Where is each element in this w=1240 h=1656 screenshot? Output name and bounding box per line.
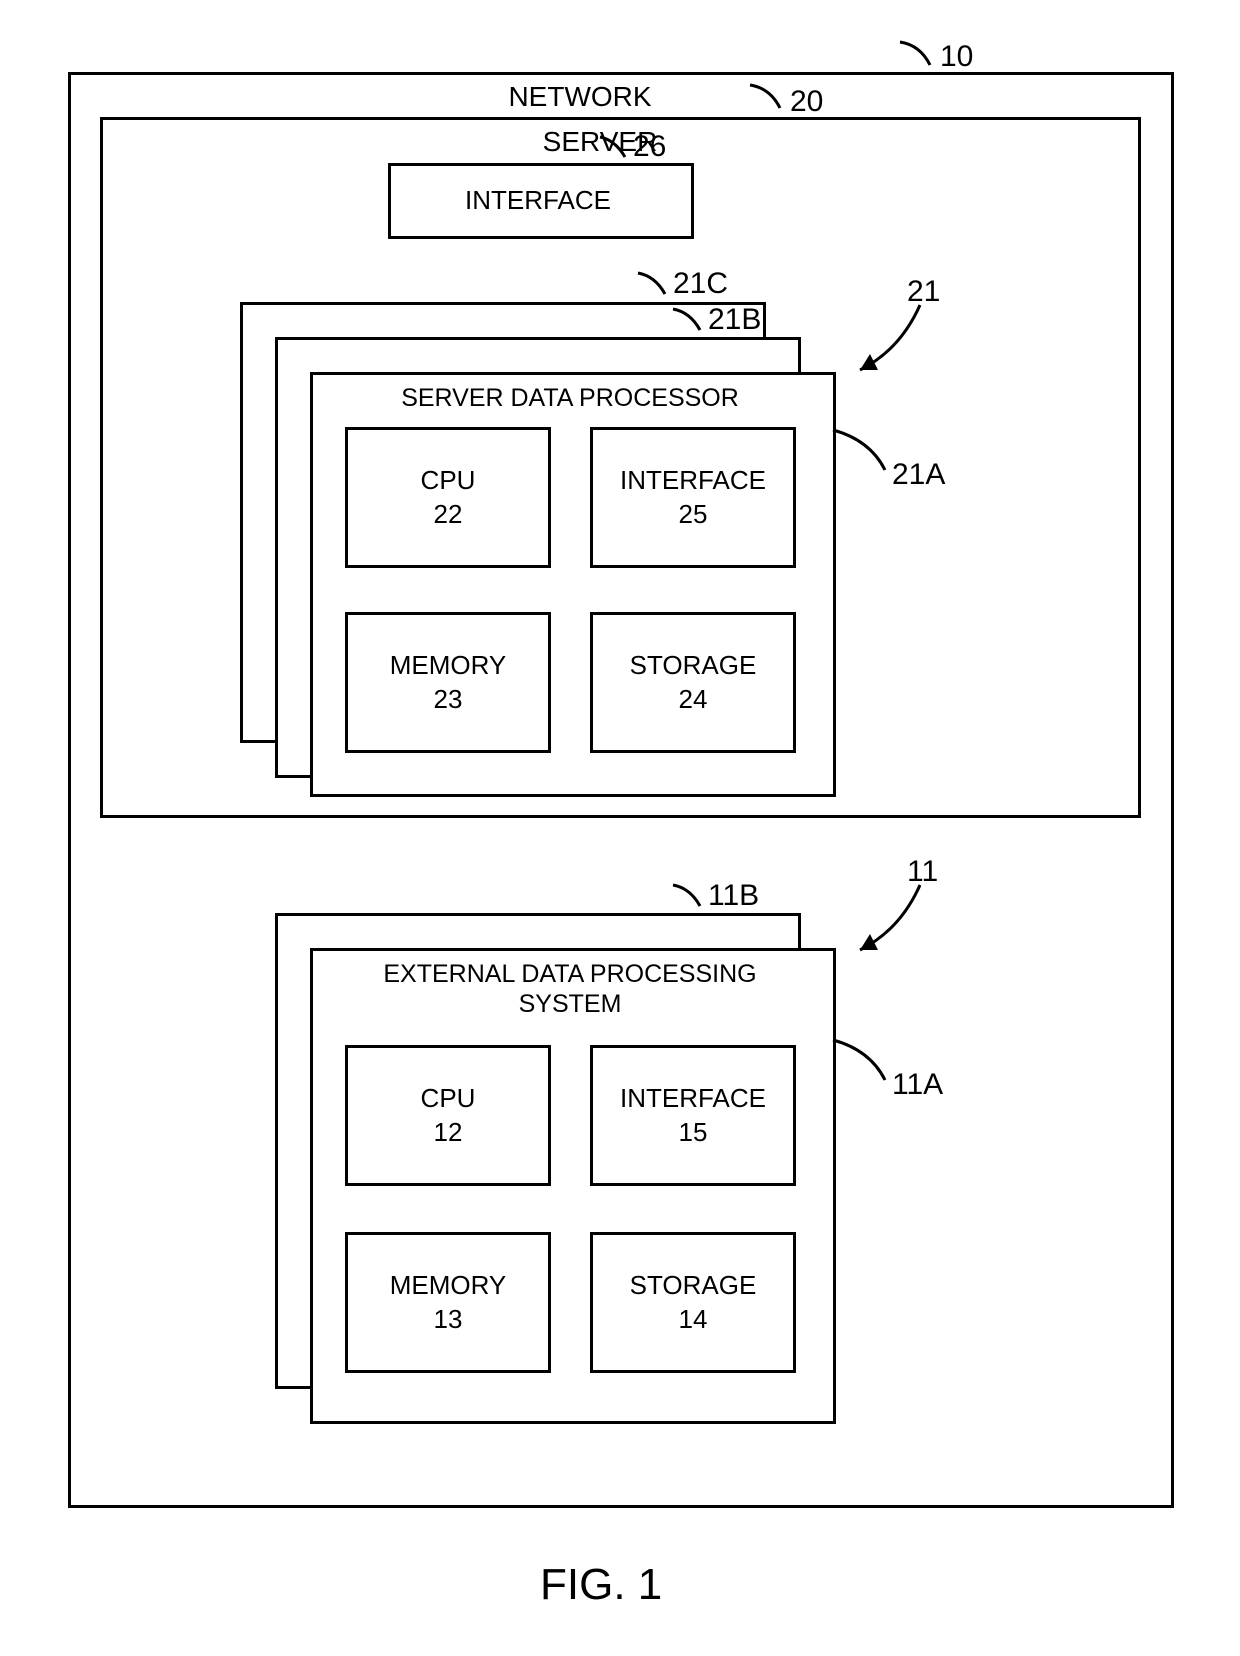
edp-cpu-label: CPU — [421, 1082, 476, 1116]
ref-21c: 21C — [673, 267, 728, 301]
edp-memory-box: MEMORY 13 — [345, 1232, 551, 1373]
leader-11a — [0, 0, 300, 150]
edp-interface-label: INTERFACE — [620, 1082, 766, 1116]
figure-label: FIG. 1 — [540, 1560, 662, 1610]
sdp-storage-box: STORAGE 24 — [590, 612, 796, 753]
edp-interface-ref: 15 — [679, 1116, 708, 1150]
ref-26: 26 — [633, 130, 666, 164]
sdp-interface-box: INTERFACE 25 — [590, 427, 796, 568]
ref-20: 20 — [790, 85, 823, 119]
sdp-interface-ref: 25 — [679, 498, 708, 532]
edp-cpu-box: CPU 12 — [345, 1045, 551, 1186]
network-label: NETWORK — [480, 81, 680, 113]
edp-title1: EXTERNAL DATA PROCESSING — [310, 960, 830, 989]
sdp-cpu-label: CPU — [421, 464, 476, 498]
sdp-memory-box: MEMORY 23 — [345, 612, 551, 753]
ref-21a: 21A — [892, 458, 945, 492]
edp-storage-box: STORAGE 14 — [590, 1232, 796, 1373]
edp-storage-label: STORAGE — [630, 1269, 757, 1303]
edp-memory-ref: 13 — [434, 1303, 463, 1337]
server-interface-label: INTERFACE — [388, 185, 688, 216]
ref-11b: 11B — [708, 879, 759, 913]
sdp-interface-label: INTERFACE — [620, 464, 766, 498]
ref-21: 21 — [907, 275, 940, 309]
ref-21b: 21B — [708, 303, 761, 337]
edp-title2: SYSTEM — [310, 990, 830, 1019]
sdp-memory-label: MEMORY — [390, 649, 507, 683]
ref-11a: 11A — [892, 1068, 943, 1102]
edp-storage-ref: 14 — [679, 1303, 708, 1337]
ref-11: 11 — [907, 855, 938, 889]
sdp-title: SERVER DATA PROCESSOR — [310, 384, 830, 413]
sdp-storage-label: STORAGE — [630, 649, 757, 683]
sdp-cpu-ref: 22 — [434, 498, 463, 532]
edp-cpu-ref: 12 — [434, 1116, 463, 1150]
sdp-cpu-box: CPU 22 — [345, 427, 551, 568]
ref-10: 10 — [940, 40, 973, 74]
edp-interface-box: INTERFACE 15 — [590, 1045, 796, 1186]
edp-memory-label: MEMORY — [390, 1269, 507, 1303]
sdp-memory-ref: 23 — [434, 683, 463, 717]
sdp-storage-ref: 24 — [679, 683, 708, 717]
